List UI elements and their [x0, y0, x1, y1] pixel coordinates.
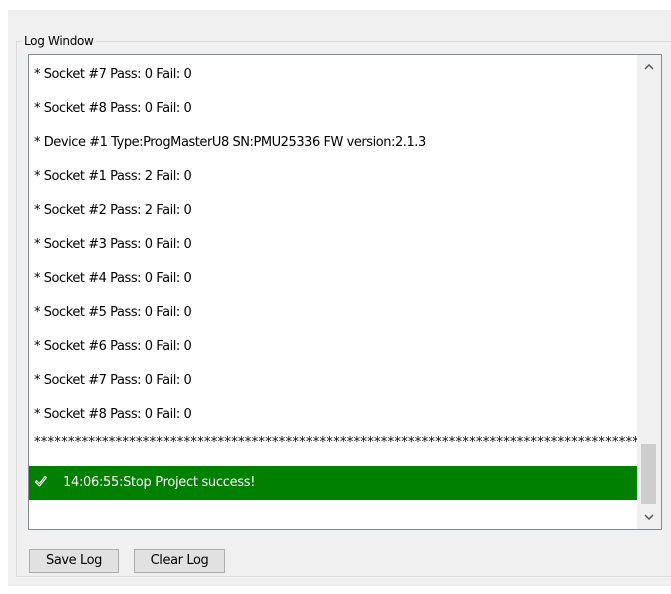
chevron-up-icon [644, 64, 654, 70]
save-log-button[interactable]: Save Log [29, 549, 119, 573]
log-line-text: * Socket #3 Pass: 0 Fail: 0 [34, 237, 192, 252]
vertical-scrollbar[interactable] [637, 55, 661, 529]
scroll-up-button[interactable] [637, 55, 661, 79]
log-line-text: * Socket #7 Pass: 0 Fail: 0 [34, 373, 192, 388]
log-line-text: * Socket #7 Pass: 0 Fail: 0 [34, 67, 192, 82]
clear-log-button[interactable]: Clear Log [134, 549, 225, 573]
log-line-text: * Socket #1 Pass: 2 Fail: 0 [34, 169, 192, 184]
log-line-text: * Socket #8 Pass: 0 Fail: 0 [34, 101, 192, 116]
log-line[interactable]: * Socket #8 Pass: 0 Fail: 0 [29, 92, 637, 126]
log-line-text: * Socket #5 Pass: 0 Fail: 0 [34, 305, 192, 320]
scrollbar-thumb[interactable] [641, 444, 656, 504]
log-list: * Socket #7 Pass: 0 Fail: 0 * Socket #8 … [29, 55, 637, 529]
log-separator-line[interactable]: ****************************************… [29, 432, 637, 466]
log-line-text: 14:06:55:Stop Project success! [63, 475, 256, 490]
log-line[interactable]: * Socket #3 Pass: 0 Fail: 0 [29, 228, 637, 262]
log-listbox[interactable]: * Socket #7 Pass: 0 Fail: 0 * Socket #8 … [28, 54, 662, 530]
scroll-down-button[interactable] [637, 505, 661, 529]
log-line-text: * Socket #4 Pass: 0 Fail: 0 [34, 271, 192, 286]
log-line[interactable]: * Device #1 Type:ProgMasterU8 SN:PMU2533… [29, 126, 637, 160]
log-line[interactable]: * Socket #2 Pass: 2 Fail: 0 [29, 194, 637, 228]
log-line-text: * Device #1 Type:ProgMasterU8 SN:PMU2533… [34, 135, 426, 150]
log-line[interactable]: * Socket #7 Pass: 0 Fail: 0 [29, 364, 637, 398]
chevron-down-icon [644, 514, 654, 520]
checkmark-icon [34, 475, 48, 487]
log-line[interactable]: * Socket #7 Pass: 0 Fail: 0 [29, 58, 637, 92]
log-line[interactable]: * Socket #4 Pass: 0 Fail: 0 [29, 262, 637, 296]
log-line-text: ****************************************… [34, 435, 637, 450]
log-line-text: * Socket #2 Pass: 2 Fail: 0 [34, 203, 192, 218]
log-line-success[interactable]: 14:06:55:Stop Project success! [29, 466, 637, 500]
log-line[interactable]: * Socket #1 Pass: 2 Fail: 0 [29, 160, 637, 194]
log-line[interactable]: * Socket #6 Pass: 0 Fail: 0 [29, 330, 637, 364]
log-window-title: Log Window [22, 34, 96, 48]
log-line[interactable]: * Socket #5 Pass: 0 Fail: 0 [29, 296, 637, 330]
log-line-text: * Socket #6 Pass: 0 Fail: 0 [34, 339, 192, 354]
